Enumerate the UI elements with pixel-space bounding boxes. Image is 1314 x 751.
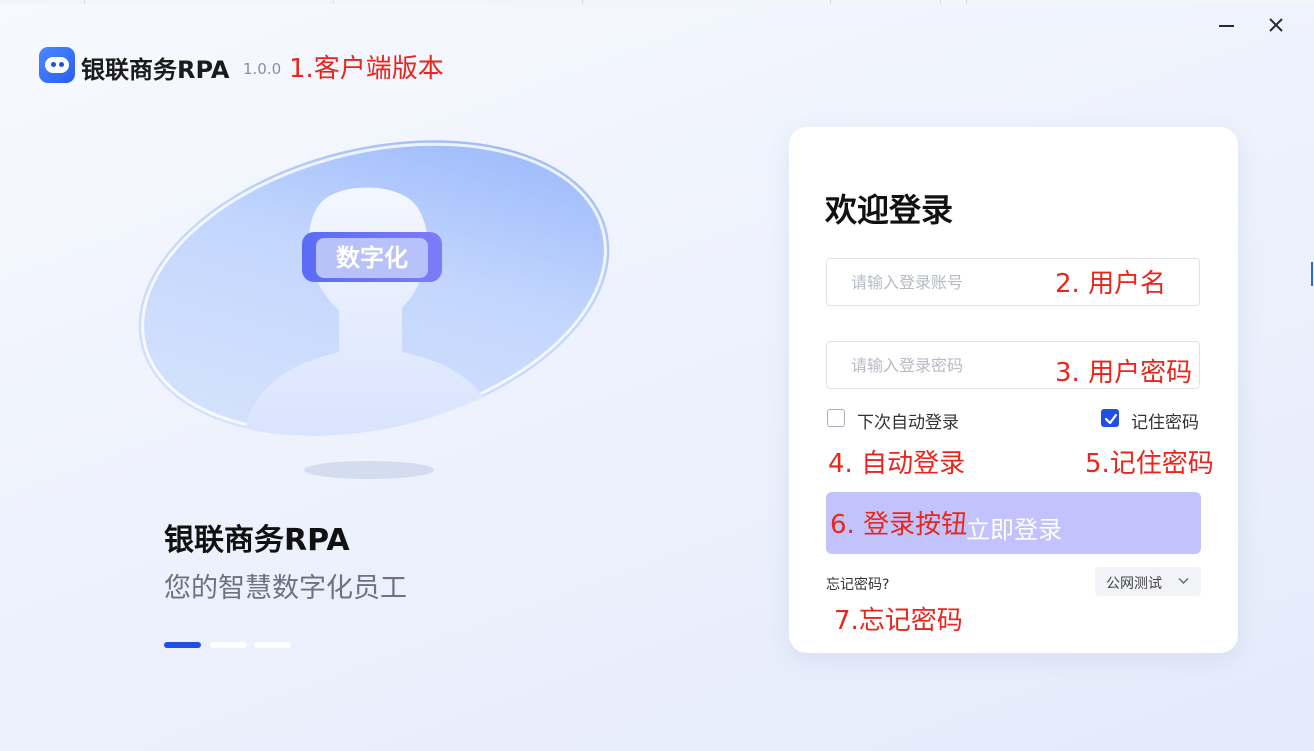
annotation-client-version: 1.客户端版本 [289,54,444,84]
checkbox-checked-icon[interactable] [1101,409,1119,427]
checkbox-unchecked-icon[interactable] [827,409,845,427]
window-edge-marker [1311,262,1313,286]
minimize-icon[interactable] [1211,10,1241,40]
visor-text: 数字化 [336,244,408,272]
annotation-password: 3. 用户密码 [1055,358,1193,388]
annotation-remember-password: 5.记住密码 [1085,449,1214,479]
app-version: 1.0.0 [243,60,282,78]
login-window: 银联商务RPA 1.0.0 数字化 银联商务RPA 您的智慧数字化员工 欢迎登录… [0,0,1314,751]
digital-employee-illustration: 数字化 [138,140,610,479]
environment-value: 公网测试 [1106,576,1162,592]
robot-logo-icon [39,47,75,83]
welcome-title: 欢迎登录 [825,191,954,229]
forgot-password-link[interactable]: 忘记密码? [826,574,889,594]
username-input[interactable] [851,259,1051,305]
password-input[interactable] [851,342,1051,388]
login-button-label[interactable]: 立即登录 [966,510,1062,545]
annotation-forgot-password: 7.忘记密码 [834,606,963,636]
app-title: 银联商务RPA [81,56,230,84]
brand-name: 银联商务RPA [164,523,350,558]
annotation-auto-login: 4. 自动登录 [828,449,966,479]
remember-password-label: 记住密码 [1131,413,1199,433]
carousel-dot[interactable] [164,642,201,648]
annotation-username: 2. 用户名 [1055,269,1167,299]
chevron-down-icon [1178,578,1189,584]
title-bar-strip [0,0,1314,4]
annotation-login-button: 6. 登录按钮 [830,510,968,540]
carousel-dot[interactable] [254,642,291,648]
close-icon[interactable] [1261,10,1291,40]
environment-select[interactable]: 公网测试 [1095,567,1201,596]
auto-login-label: 下次自动登录 [857,413,959,433]
brand-slogan: 您的智慧数字化员工 [164,573,407,604]
carousel-dot[interactable] [210,642,247,648]
